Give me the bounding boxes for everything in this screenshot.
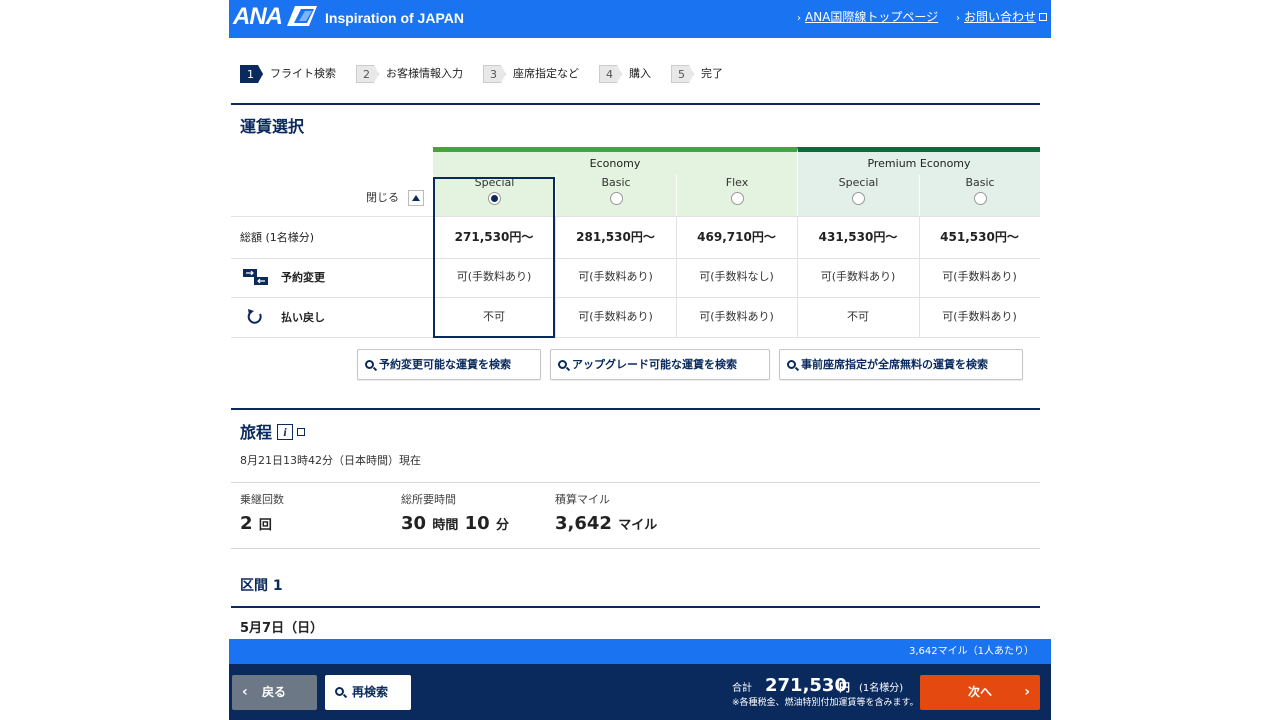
price-cell: 281,530円～ (576, 230, 655, 244)
fare-radio[interactable] (852, 192, 865, 205)
ana-logo[interactable]: ANA (233, 3, 283, 31)
tagline: Inspiration of JAPAN (325, 10, 464, 26)
refund-cell: 可(手数料あり) (942, 310, 1017, 323)
step-flight-search: 1 フライト検索 (240, 65, 336, 83)
chevron-left-icon: ‹ (242, 684, 248, 700)
change-cell: 可(手数料あり) (578, 270, 653, 283)
search-upgradable-fares-button[interactable]: アップグレード可能な運賃を検索 (550, 349, 770, 380)
itinerary-title: 旅程 (240, 423, 273, 442)
divider (231, 408, 1040, 410)
change-cell: 可(手数料なし) (699, 270, 774, 283)
research-button[interactable]: 再検索 (325, 675, 411, 710)
transfers-label: 乗継回数 (240, 493, 284, 506)
search-icon (787, 360, 796, 369)
total-label: 合計 (732, 683, 752, 694)
footer-bar: ‹ 戻る 再検索 合計 271,530 円 (1名様分) ※各種税金、燃油特別付加… (229, 664, 1051, 720)
external-link-icon (297, 428, 305, 436)
total-row-label: 総額 (1名様分) (240, 231, 315, 244)
price-cell: 431,530円～ (818, 230, 898, 244)
search-icon (365, 360, 374, 369)
refund-cell: 不可 (847, 310, 869, 323)
premium-economy-group-header: Premium Economy (797, 147, 1040, 175)
divider (231, 103, 1040, 105)
fare-radio[interactable] (730, 192, 744, 205)
info-icon[interactable]: i (277, 424, 293, 440)
tax-note: ※各種税金、燃油特別付加運賃等を含みます。 (732, 698, 919, 708)
close-toggle-button[interactable]: 閉じる (366, 189, 424, 207)
step-purchase: 4 購入 (599, 65, 651, 83)
step-seat-selection: 3 座席指定など (483, 65, 579, 83)
chevron-right-icon: › (1024, 684, 1030, 700)
miles-value: 3,642 マイル (555, 513, 658, 534)
total-per-person: (1名様分) (859, 683, 904, 694)
transfers-value: 2 回 (240, 513, 272, 534)
next-button[interactable]: 次へ › (920, 675, 1040, 710)
fare-economy-flex[interactable]: Flex (676, 175, 797, 217)
refund-row-label: 払い戻し (281, 311, 325, 324)
ana-intl-top-link[interactable]: › ANA国際線トップページ (797, 8, 938, 28)
refund-icon (247, 309, 262, 324)
segment-date: 5月7日（日） (240, 621, 324, 636)
duration-label: 総所要時間 (401, 493, 456, 506)
refund-cell: 可(手数料あり) (699, 310, 774, 323)
step-customer-info: 2 お客様情報入力 (356, 65, 463, 83)
divider (231, 548, 1040, 549)
search-free-seat-fares-button[interactable]: 事前座席指定が全席無料の運賃を検索 (779, 349, 1023, 380)
fare-economy-basic[interactable]: Basic (555, 175, 676, 217)
duration-value: 30 時間 10 分 (401, 513, 509, 534)
chevron-right-icon: › (956, 13, 960, 24)
fare-radio[interactable] (609, 192, 623, 205)
timestamp: 8月21日13時42分（日本時間）現在 (240, 454, 421, 467)
fare-section-title: 運賃選択 (240, 117, 305, 136)
fare-premium-basic[interactable]: Basic (919, 175, 1040, 217)
booking-page: ANA Inspiration of JAPAN › ANA国際線トップページ ›… (229, 0, 1051, 720)
price-cell: 469,710円～ (697, 230, 776, 244)
total-unit: 円 (839, 681, 850, 694)
change-row-label: 予約変更 (281, 271, 325, 284)
price-cell: 451,530円～ (940, 230, 1019, 244)
miles-band: 3,642マイル（1人あたり） (229, 639, 1051, 664)
search-icon (558, 360, 567, 369)
fare-radio[interactable] (973, 192, 987, 205)
change-cell: 可(手数料あり) (942, 270, 1017, 283)
contact-link[interactable]: › お問い合わせ (956, 8, 1048, 28)
external-link-icon (1039, 13, 1048, 21)
refund-cell: 可(手数料あり) (578, 310, 653, 323)
economy-group-header: Economy (433, 147, 797, 175)
change-reservation-icon (243, 269, 268, 285)
logo-stripe-icon (287, 6, 317, 26)
back-button[interactable]: ‹ 戻る (232, 675, 317, 710)
segment-title: 区間 1 (240, 578, 283, 594)
divider (231, 482, 1040, 483)
progress-steps: 1 フライト検索 2 お客様情報入力 3 座席指定など 4 購入 5 完了 (240, 64, 743, 84)
search-icon (335, 687, 344, 696)
collapse-up-icon (408, 190, 424, 206)
total-amount: 271,530 (765, 675, 847, 696)
table-divider (231, 337, 1040, 338)
fare-premium-special[interactable]: Special (797, 175, 919, 217)
site-header: ANA Inspiration of JAPAN › ANA国際線トップページ ›… (229, 0, 1051, 38)
chevron-right-icon: › (797, 13, 801, 24)
change-cell: 可(手数料あり) (820, 270, 896, 283)
divider (231, 606, 1040, 608)
search-changeable-fares-button[interactable]: 予約変更可能な運賃を検索 (357, 349, 541, 380)
miles-label: 積算マイル (555, 493, 610, 506)
step-complete: 5 完了 (671, 65, 723, 83)
selected-fare-outline (433, 177, 555, 338)
